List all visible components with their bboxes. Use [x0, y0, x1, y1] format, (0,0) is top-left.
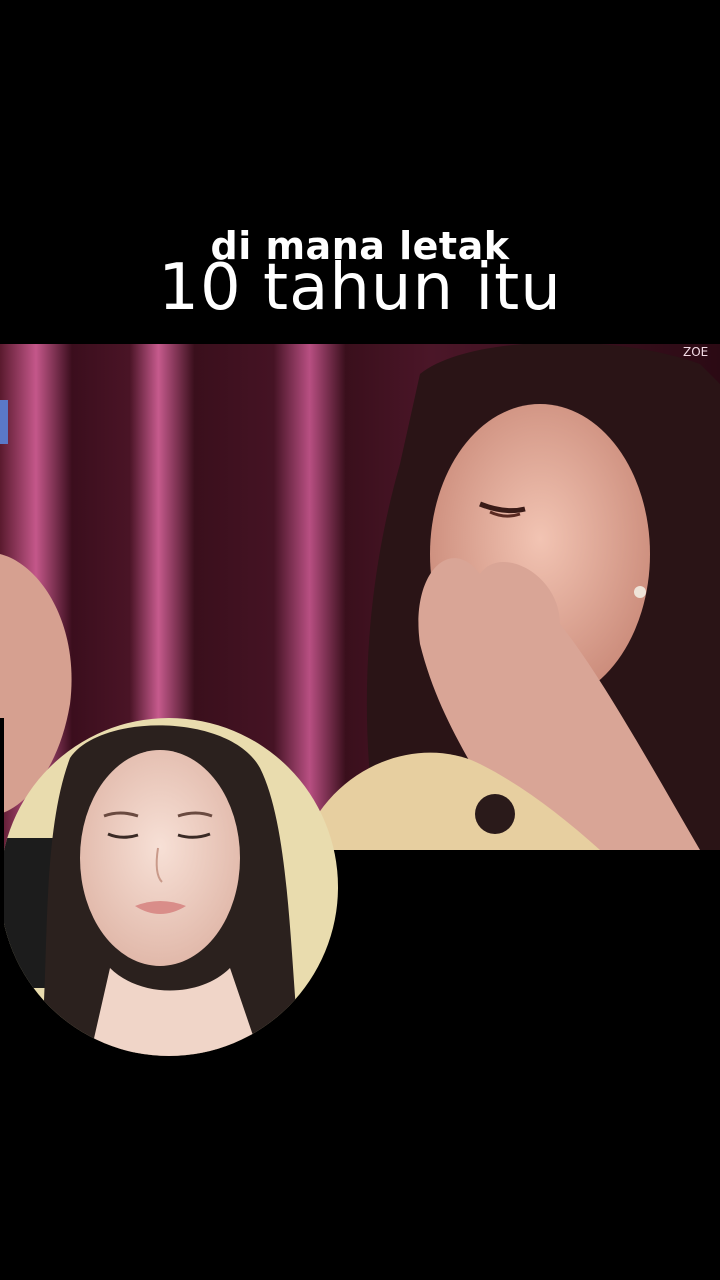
video-canvas: di mana letak 10 tahun itu ZOE: [0, 0, 720, 1280]
svg-text:ZOE: ZOE: [683, 345, 708, 359]
caption-main-line: 10 tahun itu: [158, 251, 562, 325]
reaction-camera-image: [0, 718, 338, 1056]
reaction-camera-circle: [0, 718, 338, 1056]
pip-edge: [0, 718, 4, 1056]
